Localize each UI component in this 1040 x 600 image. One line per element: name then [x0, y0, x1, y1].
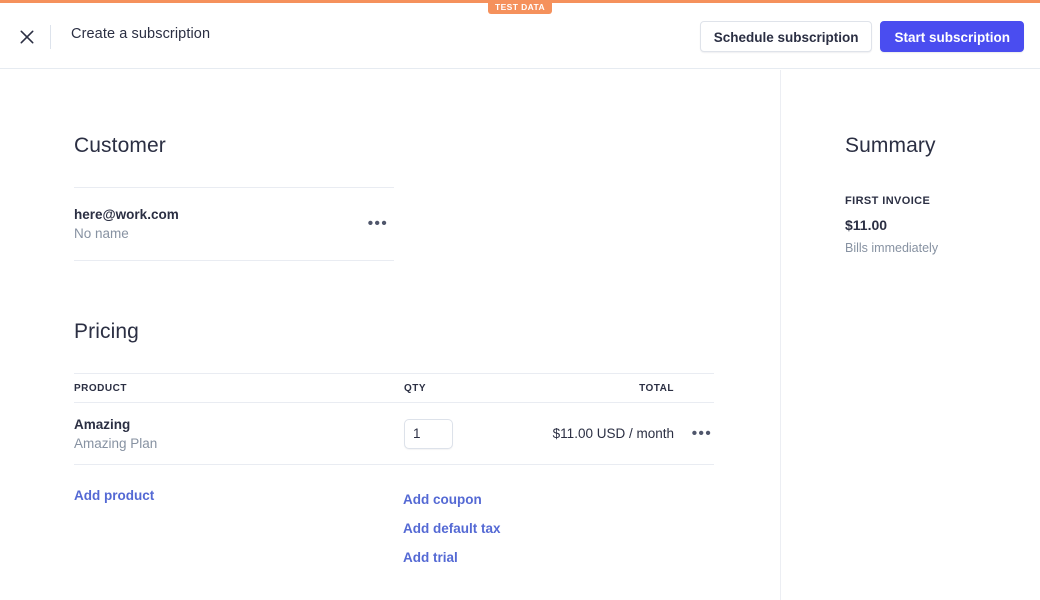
customer-section: Customer here@work.com No name •••	[74, 134, 394, 261]
add-coupon-link[interactable]: Add coupon	[403, 492, 501, 508]
summary-section-title: Summary	[845, 134, 1025, 158]
product-plan: Amazing Plan	[74, 434, 404, 453]
customer-details: here@work.com No name	[74, 205, 179, 243]
first-invoice-label: FIRST INVOICE	[845, 193, 1025, 209]
customer-ellipsis-icon[interactable]: •••	[366, 217, 390, 231]
header-actions: Schedule subscription Start subscription	[700, 21, 1024, 52]
column-header-total: TOTAL	[534, 374, 674, 403]
customer-email: here@work.com	[74, 205, 179, 224]
start-subscription-button[interactable]: Start subscription	[880, 21, 1024, 52]
main-content: Customer here@work.com No name ••• Prici…	[0, 70, 780, 600]
pricing-section: Pricing PRODUCT QTY TOTAL Amazing Amazin…	[74, 320, 714, 465]
product-name: Amazing	[74, 415, 404, 434]
subscription-creation-page: TEST DATA Create a subscription Schedule…	[0, 0, 1040, 600]
close-icon[interactable]	[17, 27, 37, 47]
test-data-badge: TEST DATA	[488, 0, 552, 14]
customer-name: No name	[74, 224, 179, 243]
line-item-total: $11.00 USD / month	[553, 426, 674, 441]
row-actions-cell: •••	[674, 403, 714, 465]
page-title: Create a subscription	[71, 26, 210, 42]
add-product-link[interactable]: Add product	[74, 488, 154, 503]
header-divider	[50, 25, 51, 49]
column-header-product: PRODUCT	[74, 374, 404, 403]
summary-content: Summary FIRST INVOICE $11.00 Bills immed…	[845, 134, 1025, 256]
summary-panel: Summary FIRST INVOICE $11.00 Bills immed…	[781, 70, 1040, 600]
pricing-table-header-row: PRODUCT QTY TOTAL	[74, 374, 714, 403]
customer-row[interactable]: here@work.com No name •••	[74, 187, 394, 261]
first-invoice-amount: $11.00	[845, 216, 1025, 234]
billing-note: Bills immediately	[845, 240, 1025, 256]
quantity-input[interactable]	[404, 419, 453, 449]
table-row: Amazing Amazing Plan $11.00 USD / month …	[74, 403, 714, 465]
pricing-options-links: Add coupon Add default tax Add trial	[403, 492, 501, 566]
pricing-section-title: Pricing	[74, 320, 714, 344]
add-trial-link[interactable]: Add trial	[403, 550, 501, 566]
line-item-ellipsis-icon[interactable]: •••	[690, 423, 714, 444]
add-default-tax-link[interactable]: Add default tax	[403, 521, 501, 537]
customer-section-title: Customer	[74, 134, 394, 158]
product-cell: Amazing Amazing Plan	[74, 403, 404, 465]
column-header-qty: QTY	[404, 374, 534, 403]
schedule-subscription-button[interactable]: Schedule subscription	[700, 21, 873, 52]
pricing-table: PRODUCT QTY TOTAL Amazing Amazing Plan	[74, 373, 714, 465]
total-cell: $11.00 USD / month	[534, 403, 674, 465]
column-header-actions	[674, 374, 714, 403]
qty-cell	[404, 403, 534, 465]
